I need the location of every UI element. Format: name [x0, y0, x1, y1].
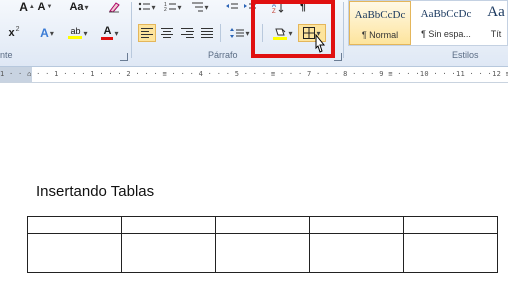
superscript-label: x	[8, 27, 15, 39]
align-center-button[interactable]	[158, 24, 176, 42]
ruler-ticks: 1 · · ⌂ · · 1 · · · 1 · · · 2 · · · ≡ · …	[0, 70, 508, 78]
style-preview: AaBbCcDc	[354, 9, 406, 21]
paragraph-separator	[343, 2, 344, 58]
font-separator	[131, 2, 132, 58]
style-name: Tít	[490, 29, 502, 39]
text-effects-button[interactable]: A ▾	[34, 24, 60, 42]
change-case-label: Aa	[69, 1, 84, 13]
change-case-button[interactable]: Aa ▾	[68, 0, 90, 16]
paragraph-inner-separator	[220, 24, 221, 42]
highlight-icon: ab	[68, 26, 83, 39]
style-name: ¶ Normal	[361, 30, 399, 40]
styles-group-label: Estilos	[452, 50, 479, 60]
shrink-font-button[interactable]: A ▼	[37, 0, 53, 16]
table-cell[interactable]	[121, 216, 216, 234]
align-right-button[interactable]	[178, 24, 196, 42]
grow-font-label: A	[19, 0, 28, 14]
clear-format-icon[interactable]	[106, 0, 122, 16]
table-row	[27, 216, 498, 234]
superscript-button[interactable]: x2	[6, 24, 22, 42]
paragraph-dialog-launcher-icon[interactable]	[334, 53, 342, 61]
styles-gallery[interactable]: AaBbCcDc ¶ Normal AaBbCcDc ¶ Sin espa...…	[348, 0, 508, 46]
font-color-label: A	[103, 25, 112, 37]
line-spacing-button[interactable]: ▾	[228, 24, 252, 42]
font-color-icon: A	[101, 25, 114, 40]
table-cell[interactable]	[215, 216, 310, 234]
svg-text:2: 2	[164, 7, 167, 13]
highlight-button[interactable]: ab ▾	[64, 24, 92, 42]
table-row	[27, 233, 498, 273]
font-group-label: nte	[0, 50, 13, 60]
multilevel-list-button[interactable]: ▾	[188, 0, 212, 16]
table-cell[interactable]	[309, 216, 404, 234]
table-cell[interactable]	[27, 216, 122, 234]
grow-font-button[interactable]: A ▲	[19, 0, 35, 16]
line-spacing-icon	[230, 28, 245, 38]
align-left-button[interactable]	[138, 24, 156, 42]
shrink-font-label: A	[37, 1, 46, 13]
mouse-cursor-icon	[315, 34, 326, 53]
ribbon: A ▲ A ▼ Aa ▾ x2 A ▾ ab ▾ A ▾ nte ▾ 1 2 ▾ ▾	[0, 0, 508, 67]
table-cell[interactable]	[215, 233, 310, 273]
style-preview: Aa	[487, 4, 505, 20]
table-cell[interactable]	[403, 233, 498, 273]
table-cell[interactable]	[121, 233, 216, 273]
style-normal[interactable]: AaBbCcDc ¶ Normal	[349, 1, 411, 45]
font-color-button[interactable]: A ▾	[96, 24, 124, 42]
justify-button[interactable]	[198, 24, 216, 42]
horizontal-ruler[interactable]: 1 · · ⌂ · · 1 · · · 1 · · · 2 · · · ≡ · …	[0, 67, 508, 83]
paragraph-group-label: Párrafo	[208, 50, 238, 60]
style-titulo[interactable]: Aa Tít	[481, 1, 508, 45]
style-preview: AaBbCcDc	[420, 8, 472, 20]
table-cell[interactable]	[309, 233, 404, 273]
decrease-indent-button[interactable]	[224, 0, 240, 16]
table-cell[interactable]	[403, 216, 498, 234]
document-table[interactable]	[27, 216, 498, 273]
dialog-launcher-icon[interactable]	[120, 53, 128, 61]
table-cell[interactable]	[27, 233, 122, 273]
bullets-button[interactable]: ▾	[136, 0, 158, 16]
text-effects-icon: A	[40, 26, 49, 40]
style-sin-espaciado[interactable]: AaBbCcDc ¶ Sin espa...	[413, 1, 479, 45]
numbering-button[interactable]: 1 2 ▾	[162, 0, 184, 16]
style-name: ¶ Sin espa...	[421, 29, 471, 39]
document-heading[interactable]: Insertando Tablas	[36, 183, 154, 200]
highlight-label: ab	[70, 26, 81, 36]
